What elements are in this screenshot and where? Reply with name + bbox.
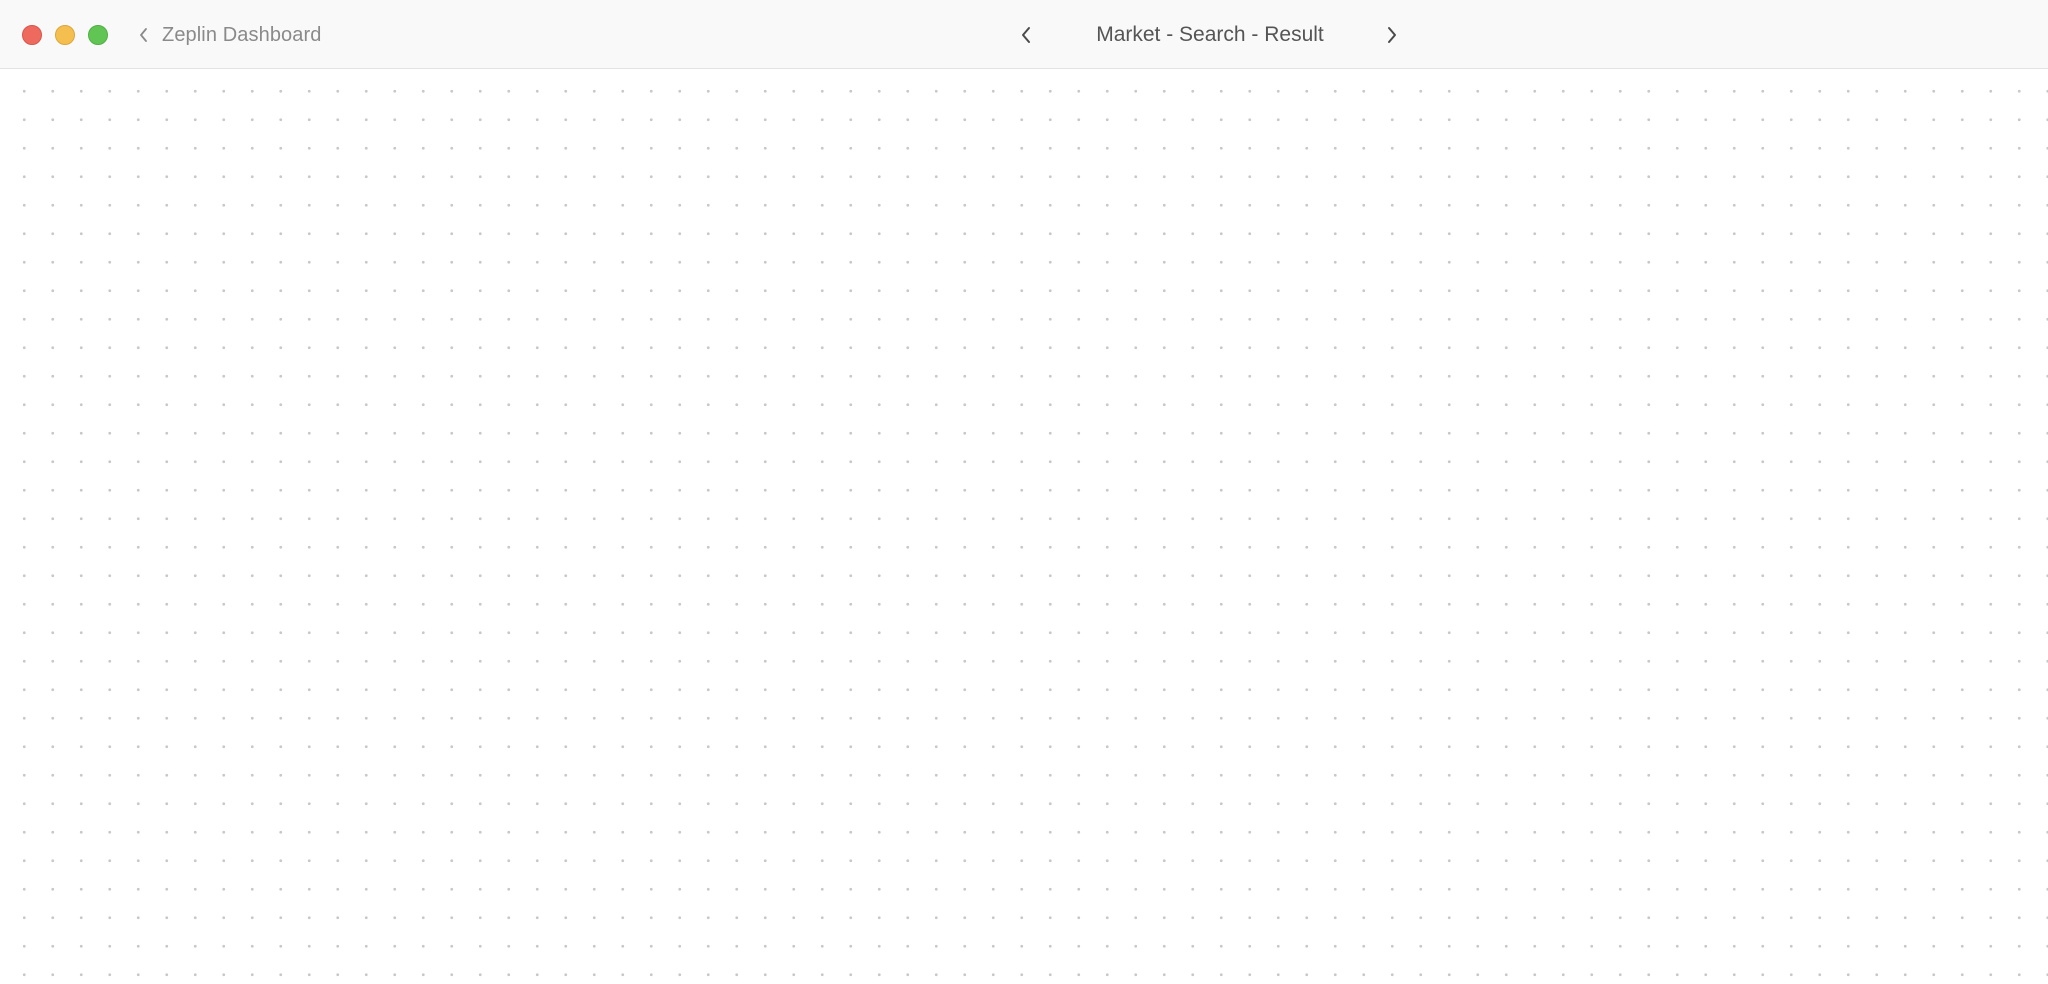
back-link-label: Zeplin Dashboard (162, 23, 322, 46)
title-bar: Zeplin Dashboard Market - Search - Resul… (0, 0, 2048, 69)
close-window-button[interactable] (22, 25, 42, 45)
chevron-right-icon (1388, 27, 1396, 43)
app-window: Zeplin Dashboard Market - Search - Resul… (0, 0, 2048, 984)
dotted-canvas[interactable] (0, 69, 2048, 984)
next-screen-button[interactable] (1382, 22, 1402, 48)
zoom-window-button[interactable] (88, 25, 108, 45)
chevron-left-icon (1022, 27, 1030, 43)
back-to-dashboard-link[interactable]: Zeplin Dashboard (138, 22, 321, 48)
chevron-left-icon (140, 28, 147, 42)
screen-title: Market - Search - Result (1096, 23, 1324, 46)
previous-screen-button[interactable] (1016, 22, 1036, 48)
minimize-window-button[interactable] (55, 25, 75, 45)
